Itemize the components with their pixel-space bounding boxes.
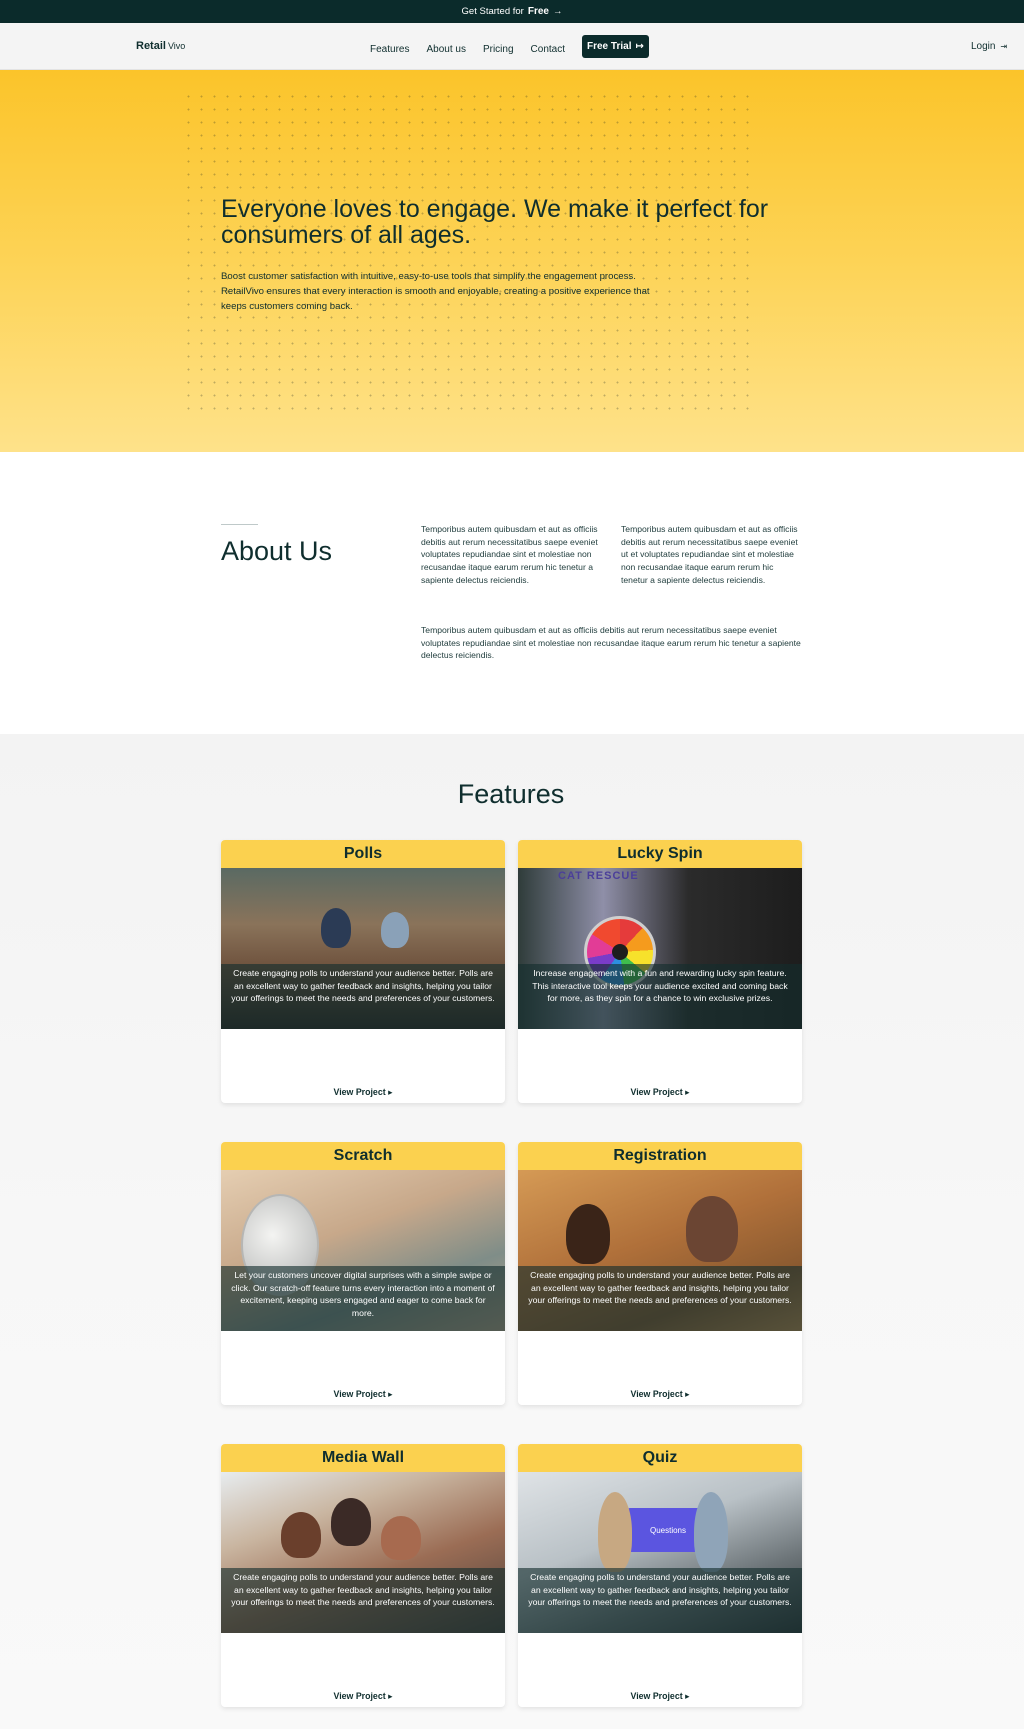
nav-link-about[interactable]: About us: [426, 39, 465, 55]
nav-links: Features About us Pricing Contact Free T…: [370, 35, 649, 58]
brand-name: Retail: [136, 40, 166, 52]
hero-description: Boost customer satisfaction with intuiti…: [221, 271, 650, 312]
dot-grid-pattern: [182, 90, 756, 412]
view-project-link[interactable]: View Project ▸: [518, 1087, 802, 1099]
person-figure: [281, 1512, 321, 1558]
view-project-link[interactable]: View Project ▸: [221, 1691, 505, 1703]
media-wall-photo: Create engaging polls to understand your…: [221, 1472, 505, 1633]
free-trial-label: Free Trial: [587, 40, 632, 52]
about-section: About Us Temporibus autem quibusdam et a…: [0, 452, 1024, 734]
card-caption: Create engaging polls to understand your…: [221, 1568, 505, 1633]
nav-link-contact[interactable]: Contact: [531, 39, 565, 55]
registration-photo: Create engaging polls to understand your…: [518, 1170, 802, 1331]
promo-text: Get Started for: [461, 6, 524, 17]
person-figure: [381, 1516, 421, 1560]
card-caption: Increase engagement with a fun and rewar…: [518, 964, 802, 1029]
person-figure: [331, 1498, 371, 1546]
section-divider: [221, 524, 258, 525]
about-title: About Us: [221, 536, 333, 566]
person-figure: [566, 1204, 610, 1264]
view-project-link[interactable]: View Project ▸: [518, 1389, 802, 1401]
brand-logo[interactable]: Retail Vivo: [136, 40, 185, 52]
card-caption: Create engaging polls to understand your…: [221, 964, 505, 1029]
features-section: Features Polls Create engaging polls to …: [0, 734, 1024, 1729]
lucky-spin-photo: CAT RESCUE Increase engagement with a fu…: [518, 868, 802, 1029]
presenter-figure: [694, 1492, 728, 1572]
card-title: Lucky Spin: [518, 840, 802, 868]
card-caption: Let your customers uncover digital surpr…: [221, 1266, 505, 1331]
polls-photo: Create engaging polls to understand your…: [221, 868, 505, 1029]
free-trial-button[interactable]: Free Trial ↦: [582, 35, 649, 58]
login-icon: ⇥: [1000, 42, 1008, 51]
card-title: Media Wall: [221, 1444, 505, 1472]
feature-card-scratch: Scratch Let your customers uncover digit…: [221, 1142, 505, 1405]
speaker-figure: [381, 912, 409, 948]
card-title: Registration: [518, 1142, 802, 1170]
nav-link-pricing[interactable]: Pricing: [483, 39, 514, 55]
hero-headline: Everyone loves to engage. We make it per…: [221, 195, 769, 249]
feature-card-polls: Polls Create engaging polls to understan…: [221, 840, 505, 1103]
card-caption: Create engaging polls to understand your…: [518, 1266, 802, 1331]
feature-card-quiz: Quiz Questions Create engaging polls to …: [518, 1444, 802, 1707]
features-title: Features: [457, 779, 565, 809]
login-link[interactable]: Login ⇥: [971, 41, 1007, 52]
promo-bar[interactable]: Get Started for Free →: [0, 0, 1024, 23]
card-title: Scratch: [221, 1142, 505, 1170]
card-caption: Create engaging polls to understand your…: [518, 1568, 802, 1633]
about-paragraph-2: Temporibus autem quibusdam et aut as off…: [621, 524, 798, 585]
brand-suffix: Vivo: [167, 41, 186, 51]
card-title: Quiz: [518, 1444, 802, 1472]
scratch-photo: Let your customers uncover digital surpr…: [221, 1170, 505, 1331]
feature-card-lucky-spin: Lucky Spin CAT RESCUE Increase engagemen…: [518, 840, 802, 1103]
feature-card-media-wall: Media Wall Create engaging polls to unde…: [221, 1444, 505, 1707]
cat-rescue-banner: CAT RESCUE: [558, 870, 639, 882]
about-paragraph-3: Temporibus autem quibusdam et aut as off…: [421, 625, 801, 661]
about-paragraph-1: Temporibus autem quibusdam et aut as off…: [421, 524, 598, 585]
view-project-link[interactable]: View Project ▸: [221, 1389, 505, 1401]
arrow-to-icon: ↦: [635, 40, 644, 52]
view-project-link[interactable]: View Project ▸: [221, 1087, 505, 1099]
feature-card-registration: Registration Create engaging polls to un…: [518, 1142, 802, 1405]
person-figure: [686, 1196, 738, 1262]
hero-section: Everyone loves to engage. We make it per…: [0, 70, 1024, 452]
quiz-photo: Questions Create engaging polls to under…: [518, 1472, 802, 1633]
page: Get Started for Free → Retail Vivo Featur…: [0, 0, 1024, 1729]
speaker-figure: [321, 908, 351, 948]
arrow-right-icon: →: [552, 6, 563, 17]
presenter-figure: [598, 1492, 632, 1572]
navbar: Retail Vivo Features About us Pricing Con…: [0, 23, 1024, 70]
nav-link-features[interactable]: Features: [370, 39, 409, 55]
login-label: Login: [971, 41, 996, 52]
promo-free-link[interactable]: Free: [528, 6, 549, 17]
card-title: Polls: [221, 840, 505, 868]
view-project-link[interactable]: View Project ▸: [518, 1691, 802, 1703]
